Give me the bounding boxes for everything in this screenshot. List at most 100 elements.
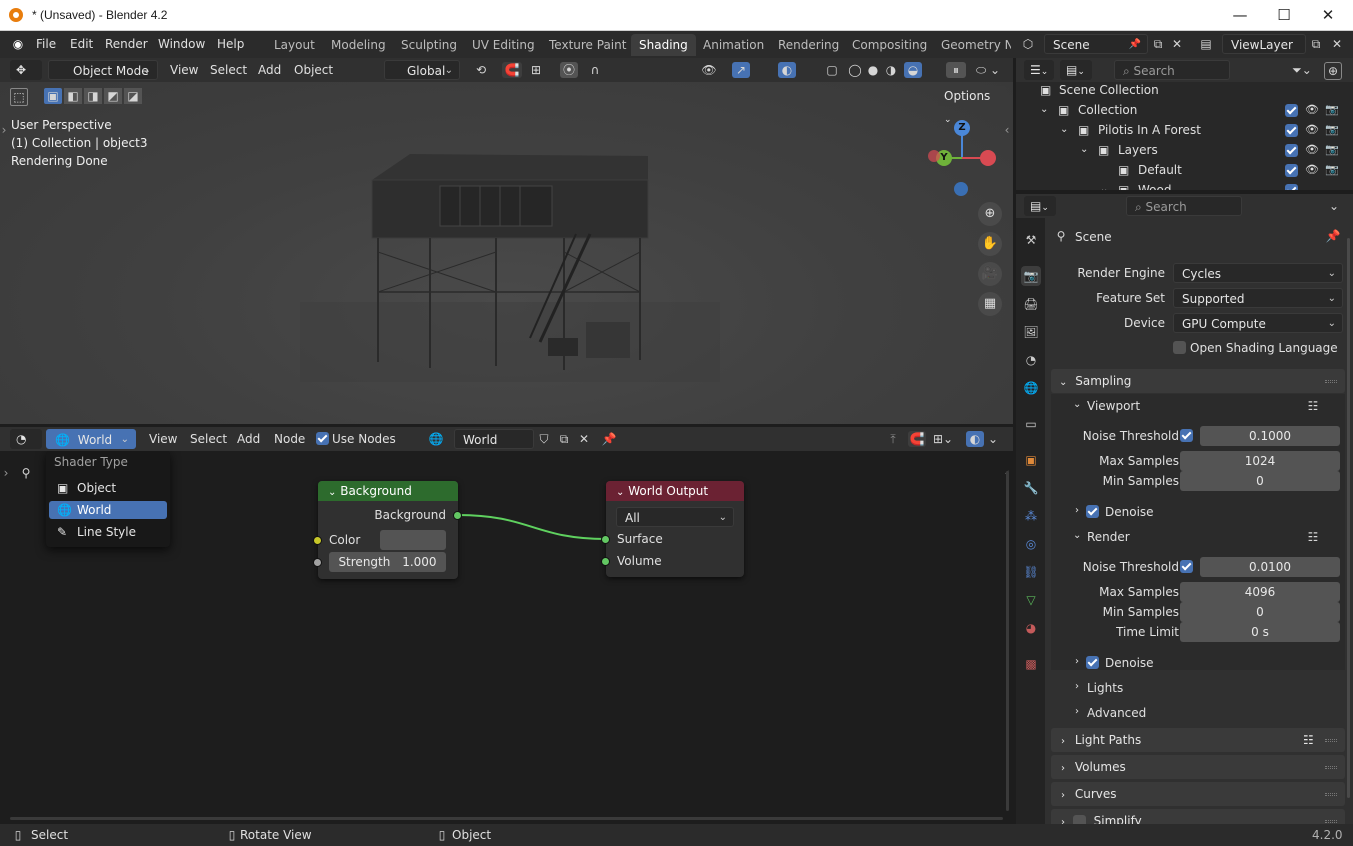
exclude-checkbox[interactable]: [1285, 104, 1298, 117]
new-world-icon[interactable]: ⧉: [556, 431, 572, 447]
color-swatch[interactable]: [380, 530, 446, 550]
modifier-tab-icon[interactable]: 🔧: [1021, 478, 1041, 498]
background-node[interactable]: ⌄ Background Background Color Strength 1…: [318, 481, 458, 579]
tab-geometry-nodes[interactable]: Geometry Nc: [933, 34, 1011, 56]
viewport-menu-view[interactable]: View: [170, 63, 198, 77]
select-intersect-icon[interactable]: ◪: [124, 88, 142, 104]
render-camera-icon[interactable]: 📷: [1325, 123, 1339, 136]
background-output-socket[interactable]: [453, 511, 462, 520]
output-target-dropdown[interactable]: All ⌄: [616, 507, 734, 527]
presets-list-icon[interactable]: ☷: [1305, 529, 1321, 545]
constraints-tab-icon[interactable]: ⛓: [1021, 562, 1041, 582]
world-output-node[interactable]: ⌄ World Output All ⌄ Surface Volume: [606, 481, 744, 577]
drag-handle-icon[interactable]: [1325, 766, 1337, 769]
axis-x-icon[interactable]: [980, 150, 996, 166]
material-shading-icon[interactable]: ◑: [884, 62, 898, 78]
expand-chevron-icon[interactable]: ⌄: [1040, 100, 1048, 120]
drag-handle-icon[interactable]: [1325, 380, 1337, 383]
volumes-panel-header[interactable]: › Volumes: [1051, 755, 1345, 779]
presets-list-icon[interactable]: ☷: [1305, 398, 1321, 414]
viewport-menu-object[interactable]: Object: [294, 63, 333, 77]
render-camera-icon[interactable]: 📷: [1325, 143, 1339, 156]
viewport-max-field[interactable]: 1024: [1180, 451, 1340, 471]
select-mode-icon[interactable]: ⬚: [10, 88, 28, 106]
tab-modeling[interactable]: Modeling: [323, 34, 394, 56]
feature-set-dropdown[interactable]: Supported ⌄: [1173, 288, 1343, 308]
tab-compositing[interactable]: Compositing: [844, 34, 935, 56]
exclude-checkbox[interactable]: [1285, 144, 1298, 157]
collection-tab-icon[interactable]: ▭: [1021, 414, 1041, 434]
menu-file[interactable]: File: [36, 37, 56, 51]
new-view-layer-icon[interactable]: ⧉: [1308, 36, 1324, 52]
volume-input-socket[interactable]: [601, 557, 610, 566]
tab-animation[interactable]: Animation: [695, 34, 772, 56]
time-limit-field[interactable]: 0 s: [1180, 622, 1340, 642]
wireframe-shading-icon[interactable]: ◯: [848, 62, 862, 78]
simplify-panel-header[interactable]: › Simplify: [1051, 809, 1345, 824]
tree-item-collection[interactable]: ⌄ ▣ Collection 👁 📷: [1016, 100, 1353, 120]
scene-selector[interactable]: Scene 📌: [1044, 34, 1148, 54]
proportional-edit-icon[interactable]: ⦿: [560, 62, 578, 78]
render-tab-icon[interactable]: 📷: [1021, 266, 1041, 286]
gizmo-icon[interactable]: ↗: [732, 62, 750, 78]
drag-handle-icon[interactable]: [1325, 793, 1337, 796]
pause-render-icon[interactable]: ⏸: [946, 62, 966, 78]
viewport-noise-checkbox[interactable]: [1180, 429, 1193, 442]
material-tab-icon[interactable]: ◕: [1021, 618, 1041, 638]
blender-menu-icon[interactable]: ◉: [10, 36, 26, 52]
advanced-subpanel[interactable]: Advanced: [1087, 706, 1146, 720]
expand-chevron-icon[interactable]: ⌄: [1073, 399, 1081, 410]
expand-chevron-icon[interactable]: ⌄: [1100, 180, 1108, 190]
tree-item-default[interactable]: ▣ Default 👁 📷: [1016, 160, 1353, 180]
node-editor-type-button[interactable]: ◔ ⌄: [10, 429, 42, 468]
fake-user-shield-icon[interactable]: ⛉: [536, 431, 552, 447]
select-extend-icon[interactable]: ◧: [64, 88, 82, 104]
zoom-icon[interactable]: ⊕: [978, 202, 1002, 226]
pivot-icon[interactable]: ⟲: [470, 62, 492, 78]
tab-sculpting[interactable]: Sculpting: [393, 34, 465, 56]
render-camera-icon[interactable]: 📷: [1325, 163, 1339, 176]
render-denoise-checkbox[interactable]: [1086, 656, 1099, 669]
world-tab-icon[interactable]: 🌐: [1021, 378, 1041, 398]
tree-item-pilotis[interactable]: ⌄ ▣ Pilotis In A Forest 👁 📷: [1016, 120, 1353, 140]
overlay-icon[interactable]: ◐: [778, 62, 796, 78]
node-overlay-icon[interactable]: ◐: [966, 431, 984, 447]
scene-tab-icon[interactable]: ◔: [1021, 350, 1041, 370]
close-window-button[interactable]: ✕: [1314, 4, 1342, 26]
rendered-shading-icon[interactable]: ◒: [904, 62, 922, 78]
light-paths-panel-header[interactable]: › Light Paths ☷: [1051, 728, 1345, 752]
solid-shading-icon[interactable]: ●: [866, 62, 880, 78]
menu-render[interactable]: Render: [105, 37, 148, 51]
xray-icon[interactable]: ▢: [824, 62, 840, 78]
options-button[interactable]: Options ⌄: [938, 86, 1006, 125]
exclude-checkbox[interactable]: [1285, 164, 1298, 177]
snap-target-icon[interactable]: ⊞: [524, 62, 548, 78]
render-max-field[interactable]: 4096: [1180, 582, 1340, 602]
node-overlay-dropdown-icon[interactable]: ⌄: [986, 431, 1000, 447]
use-nodes-checkbox[interactable]: [316, 432, 329, 445]
tool-tab-icon[interactable]: ⚒: [1021, 230, 1041, 250]
new-scene-icon[interactable]: ⧉: [1150, 36, 1166, 52]
viewport-denoise-checkbox[interactable]: [1086, 505, 1099, 518]
menu-help[interactable]: Help: [217, 37, 244, 51]
render-min-field[interactable]: 0: [1180, 602, 1340, 622]
texture-tab-icon[interactable]: ▩: [1021, 654, 1041, 674]
properties-search-input[interactable]: ⌕ Search: [1126, 196, 1242, 216]
new-collection-icon[interactable]: ⊕: [1324, 62, 1342, 80]
select-new-icon[interactable]: ▣: [44, 88, 62, 104]
simplify-checkbox[interactable]: [1072, 815, 1086, 824]
transform-orientation[interactable]: Global ⌄: [384, 60, 460, 80]
viewport-noise-field[interactable]: 0.1000: [1200, 426, 1340, 446]
pan-hand-icon[interactable]: ✋: [978, 232, 1002, 256]
sidebar-toggle-icon[interactable]: ‹: [1001, 122, 1013, 138]
editor-type-button[interactable]: ✥ ⌄: [10, 60, 42, 99]
exclude-checkbox[interactable]: [1285, 124, 1298, 137]
node-menu-select[interactable]: Select: [190, 432, 227, 446]
menu-edit[interactable]: Edit: [70, 37, 93, 51]
viewport-subpanel-title[interactable]: Viewport: [1087, 399, 1140, 413]
tree-item-scene-collection[interactable]: ▣ Scene Collection: [1016, 82, 1353, 100]
collapse-icon[interactable]: ⌄: [328, 487, 336, 498]
properties-editor-type-button[interactable]: ▤⌄: [1024, 196, 1056, 216]
horizontal-scrollbar[interactable]: [10, 817, 1003, 820]
lights-subpanel[interactable]: Lights: [1087, 681, 1123, 695]
